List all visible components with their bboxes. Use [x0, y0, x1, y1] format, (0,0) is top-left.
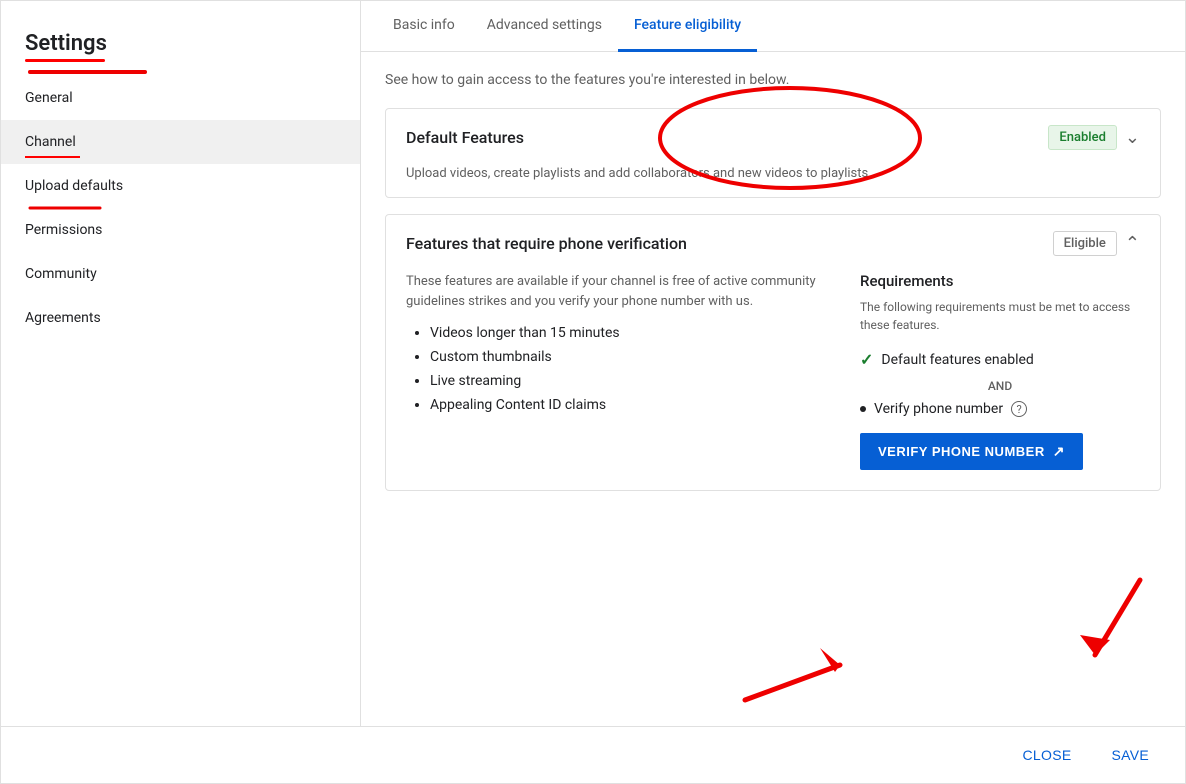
- requirement-check-item: ✓ Default features enabled: [860, 350, 1140, 369]
- verify-phone-button[interactable]: VERIFY PHONE NUMBER ↗: [860, 433, 1083, 470]
- sidebar-item-general[interactable]: General: [1, 76, 360, 120]
- tab-feature-eligibility[interactable]: Feature eligibility: [618, 1, 757, 52]
- settings-title: Settings: [1, 21, 131, 76]
- tab-advanced-settings[interactable]: Advanced settings: [471, 1, 618, 52]
- requirements-description: The following requirements must be met t…: [860, 298, 1140, 334]
- phone-verification-title: Features that require phone verification: [406, 234, 687, 253]
- phone-verification-desc: These features are available if your cha…: [406, 272, 820, 311]
- requirement-bullet-label: Verify phone number: [874, 401, 1003, 417]
- phone-verification-badge-group: Eligible ⌃: [1053, 231, 1140, 256]
- requirement-bullet-item: Verify phone number ?: [860, 401, 1140, 417]
- check-icon: ✓: [860, 350, 873, 369]
- list-item: Custom thumbnails: [430, 349, 820, 365]
- default-features-card: Default Features Enabled ⌄ Upload videos…: [385, 108, 1161, 198]
- feature-list-section: These features are available if your cha…: [406, 272, 820, 470]
- sidebar-item-upload-defaults[interactable]: Upload defaults: [1, 164, 360, 208]
- sidebar: Settings General Channel Upload defaults…: [1, 1, 361, 726]
- sidebar-item-agreements[interactable]: Agreements: [1, 296, 360, 340]
- phone-verification-card: Features that require phone verification…: [385, 214, 1161, 491]
- help-icon[interactable]: ?: [1011, 401, 1027, 417]
- expanded-card-body: These features are available if your cha…: [386, 272, 1160, 490]
- content-area: See how to gain access to the features y…: [361, 52, 1185, 726]
- eligible-badge: Eligible: [1053, 231, 1117, 256]
- close-button[interactable]: CLOSE: [1011, 739, 1084, 771]
- requirement-and: AND: [860, 379, 1140, 393]
- chevron-down-icon[interactable]: ⌄: [1125, 127, 1140, 148]
- default-features-title: Default Features: [406, 128, 524, 147]
- external-link-icon: ↗: [1053, 443, 1065, 460]
- save-button[interactable]: SAVE: [1099, 739, 1161, 771]
- default-features-subtitle: Upload videos, create playlists and add …: [386, 166, 1160, 197]
- feature-list: Videos longer than 15 minutes Custom thu…: [406, 325, 820, 413]
- content-description: See how to gain access to the features y…: [385, 72, 1161, 88]
- sidebar-item-channel[interactable]: Channel: [1, 120, 360, 164]
- default-features-badge-group: Enabled ⌄: [1048, 125, 1140, 150]
- list-item: Live streaming: [430, 373, 820, 389]
- requirement-check-label: Default features enabled: [881, 352, 1033, 368]
- requirements-section: Requirements The following requirements …: [860, 272, 1140, 470]
- list-item: Appealing Content ID claims: [430, 397, 820, 413]
- bullet-icon: [860, 406, 866, 412]
- chevron-up-icon[interactable]: ⌃: [1125, 233, 1140, 254]
- requirements-title: Requirements: [860, 272, 1140, 290]
- main-content: Basic info Advanced settings Feature eli…: [361, 1, 1185, 726]
- enabled-badge: Enabled: [1048, 125, 1117, 150]
- sidebar-item-community[interactable]: Community: [1, 252, 360, 296]
- tab-basic-info[interactable]: Basic info: [377, 1, 471, 52]
- tabs: Basic info Advanced settings Feature eli…: [361, 1, 1185, 52]
- dialog-footer: CLOSE SAVE: [1, 726, 1185, 783]
- sidebar-item-permissions[interactable]: Permissions: [1, 208, 360, 252]
- list-item: Videos longer than 15 minutes: [430, 325, 820, 341]
